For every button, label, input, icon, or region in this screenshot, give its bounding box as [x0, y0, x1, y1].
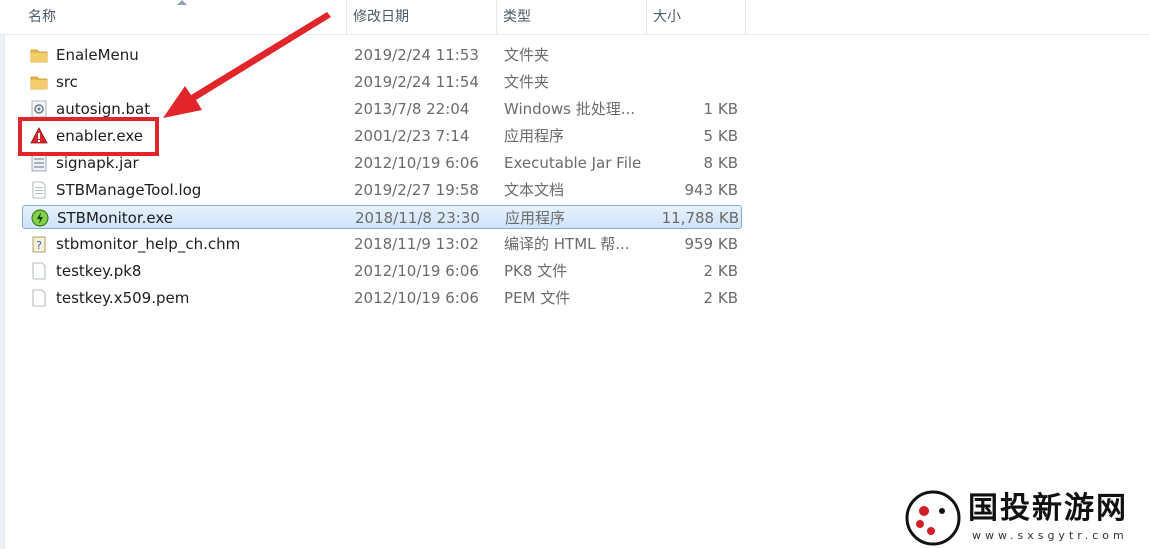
- file-name: stbmonitor_help_ch.chm: [56, 235, 241, 253]
- file-size: 1 KB: [703, 100, 738, 118]
- watermark-title: 国投新游网: [968, 491, 1128, 526]
- sort-ascending-icon: [177, 0, 187, 5]
- file-date: 2018/11/9 13:02: [354, 235, 479, 253]
- navigation-pane-edge: [0, 0, 5, 549]
- file-name: EnaleMenu: [56, 46, 139, 64]
- file-name: src: [56, 73, 78, 91]
- file-type: PEM 文件: [504, 289, 571, 307]
- folder-icon: [30, 49, 48, 63]
- file-date: 2012/10/19 6:06: [354, 154, 479, 172]
- text-file-icon: [32, 181, 46, 199]
- file-type: 应用程序: [505, 209, 566, 227]
- file-size: 5 KB: [703, 127, 738, 145]
- file-type: 编译的 HTML 帮...: [504, 235, 630, 253]
- file-size: 943 KB: [684, 181, 738, 199]
- file-date: 2001/2/23 7:14: [354, 127, 470, 145]
- file-type: 文本文档: [504, 181, 565, 199]
- file-size: 2 KB: [703, 289, 738, 307]
- file-type: 应用程序: [504, 127, 565, 145]
- file-size: 959 KB: [684, 235, 738, 253]
- file-size: [650, 43, 738, 67]
- file-row-src[interactable]: src 2019/2/24 11:54 文件夹: [22, 70, 742, 94]
- file-row-testkey-pk8[interactable]: testkey.pk8 2012/10/19 6:06 PK8 文件 2 KB: [22, 259, 742, 283]
- file-date: 2012/10/19 6:06: [354, 262, 479, 280]
- file-type: Executable Jar File: [504, 154, 642, 172]
- batch-file-icon: [31, 100, 47, 118]
- watermark-url: www.sxsgytr.com: [972, 529, 1128, 542]
- file-size: 2 KB: [703, 262, 738, 280]
- jar-file-icon: [31, 154, 47, 172]
- file-date: 2019/2/27 19:58: [354, 181, 479, 199]
- column-date-header[interactable]: 修改日期: [346, 0, 496, 34]
- file-name: testkey.pk8: [56, 262, 142, 280]
- ladybug-logo-icon: [905, 490, 961, 546]
- file-type: 文件夹: [504, 73, 550, 91]
- svg-text:?: ?: [36, 239, 42, 252]
- file-name: STBManageTool.log: [56, 181, 202, 199]
- file-date: 2018/11/8 23:30: [355, 209, 480, 227]
- file-name: testkey.x509.pem: [56, 289, 190, 307]
- column-name-header[interactable]: 名称: [22, 0, 346, 34]
- help-file-icon: ?: [32, 236, 46, 253]
- monitor-app-icon: [31, 209, 49, 227]
- file-row-enalemenu[interactable]: EnaleMenu 2019/2/24 11:53 文件夹: [22, 43, 742, 67]
- blank-file-icon: [32, 262, 46, 280]
- blank-file-icon: [32, 289, 46, 307]
- watermark-logo: 国投新游网 www.sxsgytr.com: [900, 487, 1150, 549]
- file-date: 2019/2/24 11:53: [354, 46, 479, 64]
- file-row-stbmonitor-help[interactable]: ? stbmonitor_help_ch.chm 2018/11/9 13:02…: [22, 232, 742, 256]
- file-date: 2019/2/24 11:54: [354, 73, 479, 91]
- file-row-stbmonitor[interactable]: STBMonitor.exe 2018/11/8 23:30 应用程序 11,7…: [22, 205, 742, 229]
- file-row-testkey-pem[interactable]: testkey.x509.pem 2012/10/19 6:06 PEM 文件 …: [22, 286, 742, 310]
- folder-icon: [30, 76, 48, 90]
- column-size-header[interactable]: 大小: [646, 0, 746, 34]
- file-type: Windows 批处理...: [504, 100, 636, 118]
- file-type: PK8 文件: [504, 262, 568, 280]
- file-date: 2012/10/19 6:06: [354, 289, 479, 307]
- file-date: 2013/7/8 22:04: [354, 100, 470, 118]
- file-size: 8 KB: [703, 154, 738, 172]
- highlight-box: [18, 117, 159, 156]
- column-header: 名称 修改日期 类型 大小: [0, 0, 1150, 35]
- file-name: STBMonitor.exe: [57, 209, 173, 227]
- file-explorer: 名称 修改日期 类型 大小 EnaleMenu 2019/2/24 11:53 …: [0, 0, 1150, 549]
- column-type-header[interactable]: 类型: [496, 0, 646, 34]
- file-type: 文件夹: [504, 46, 550, 64]
- file-row-stbmanagetool-log[interactable]: STBManageTool.log 2019/2/27 19:58 文本文档 9…: [22, 178, 742, 202]
- file-size: 11,788 KB: [661, 209, 739, 227]
- file-size: [650, 70, 738, 94]
